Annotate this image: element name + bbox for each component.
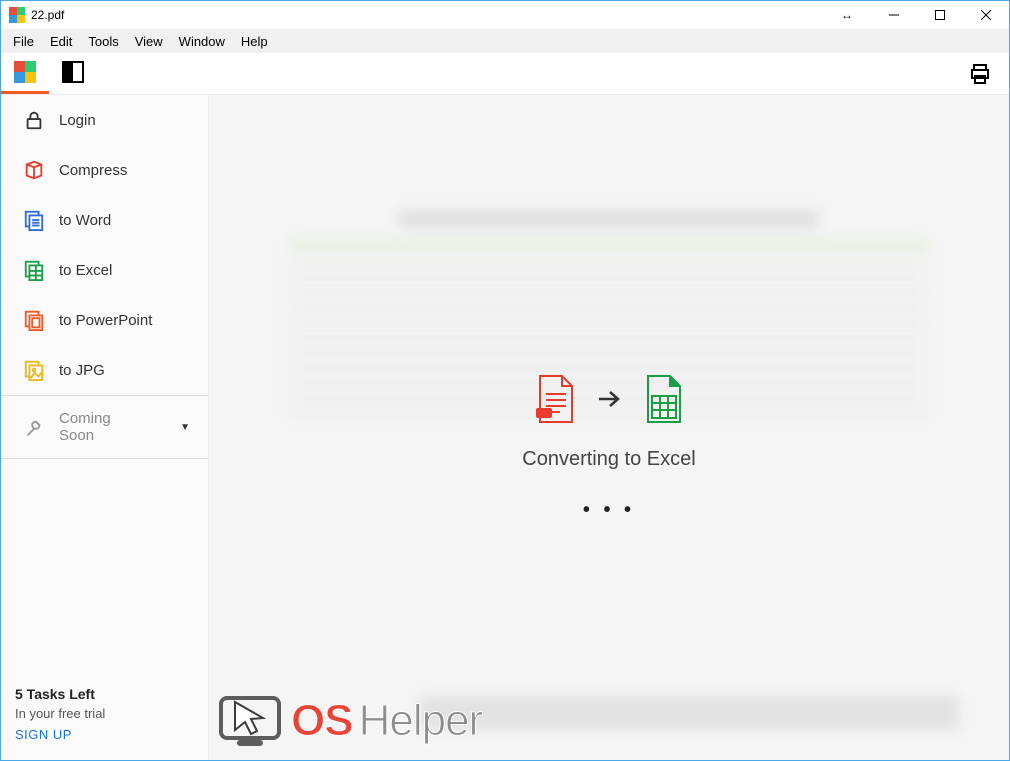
tab-reader[interactable] [49, 53, 97, 94]
status-text: Converting to Excel [522, 448, 695, 471]
jpg-icon [23, 359, 45, 381]
sidebar-item-label: Compress [59, 162, 127, 179]
sidebar-footer: 5 Tasks Left In your free trial SIGN UP [1, 676, 208, 760]
chevron-down-icon: ▼ [180, 422, 190, 433]
reader-icon [62, 61, 84, 83]
sidebar-item-label: to Word [59, 212, 111, 229]
trial-label: In your free trial [15, 706, 194, 721]
menu-file[interactable]: File [5, 32, 42, 51]
menu-view[interactable]: View [127, 32, 171, 51]
watermark-text-os: OS [291, 696, 353, 746]
maximize-button[interactable] [917, 1, 963, 29]
logo-icon [14, 61, 36, 83]
excel-icon [23, 259, 45, 281]
window-title: 22.pdf [31, 8, 64, 22]
lock-icon [23, 109, 45, 131]
signup-button[interactable]: SIGN UP [15, 727, 194, 742]
watermark-text-helper: Helper [359, 696, 483, 746]
excel-file-icon [640, 374, 686, 424]
menu-help[interactable]: Help [233, 32, 276, 51]
sidebar-item-label: to JPG [59, 362, 105, 379]
window-controls: ↔ [823, 1, 1009, 29]
menu-edit[interactable]: Edit [42, 32, 80, 51]
compress-icon [23, 159, 45, 181]
bottom-bar-blurred [419, 696, 959, 730]
app-window: 22.pdf ↔ File Edit Tools View Window Hel… [0, 0, 1010, 761]
sidebar-item-to-jpg[interactable]: to JPG [1, 345, 208, 395]
powerpoint-icon [23, 309, 45, 331]
sidebar-item-label: Coming Soon [59, 410, 148, 444]
sidebar-item-compress[interactable]: Compress [1, 145, 208, 195]
resize-handle-icon[interactable]: ↔ [823, 8, 871, 22]
sidebar-item-label: Login [59, 112, 96, 129]
convert-status-panel: PDF Converting to Excel • • • [522, 374, 695, 522]
sidebar-item-to-word[interactable]: to Word [1, 195, 208, 245]
watermark: OS Helper [215, 690, 482, 752]
menubar: File Edit Tools View Window Help [1, 29, 1009, 53]
tasks-left-label: 5 Tasks Left [15, 686, 194, 702]
close-button[interactable] [963, 1, 1009, 29]
sidebar-item-login[interactable]: Login [1, 95, 208, 145]
titlebar[interactable]: 22.pdf ↔ [1, 1, 1009, 29]
print-button[interactable] [959, 53, 1001, 94]
print-icon [968, 62, 992, 86]
sidebar-item-coming-soon[interactable]: Coming Soon ▼ [1, 395, 208, 459]
body: Login Compress to Word to [1, 95, 1009, 760]
toolbar [1, 53, 1009, 95]
sidebar-item-to-powerpoint[interactable]: to PowerPoint [1, 295, 208, 345]
sidebar-item-label: to Excel [59, 262, 112, 279]
main-area: PDF Converting to Excel • • • [209, 95, 1009, 760]
pdf-file-icon: PDF [532, 374, 578, 424]
word-icon [23, 209, 45, 231]
convert-icon-row: PDF [522, 374, 695, 424]
sidebar-item-to-excel[interactable]: to Excel [1, 245, 208, 295]
loading-dots: • • • [522, 499, 695, 522]
wrench-icon [23, 416, 45, 438]
svg-text:PDF: PDF [537, 411, 552, 418]
tab-tools[interactable] [1, 53, 49, 94]
sidebar-item-label: to PowerPoint [59, 312, 152, 329]
menu-window[interactable]: Window [171, 32, 233, 51]
minimize-button[interactable] [871, 1, 917, 29]
arrow-right-icon [596, 386, 622, 412]
app-icon [9, 7, 25, 23]
sidebar: Login Compress to Word to [1, 95, 209, 760]
menu-tools[interactable]: Tools [80, 32, 126, 51]
cursor-monitor-icon [215, 690, 285, 752]
